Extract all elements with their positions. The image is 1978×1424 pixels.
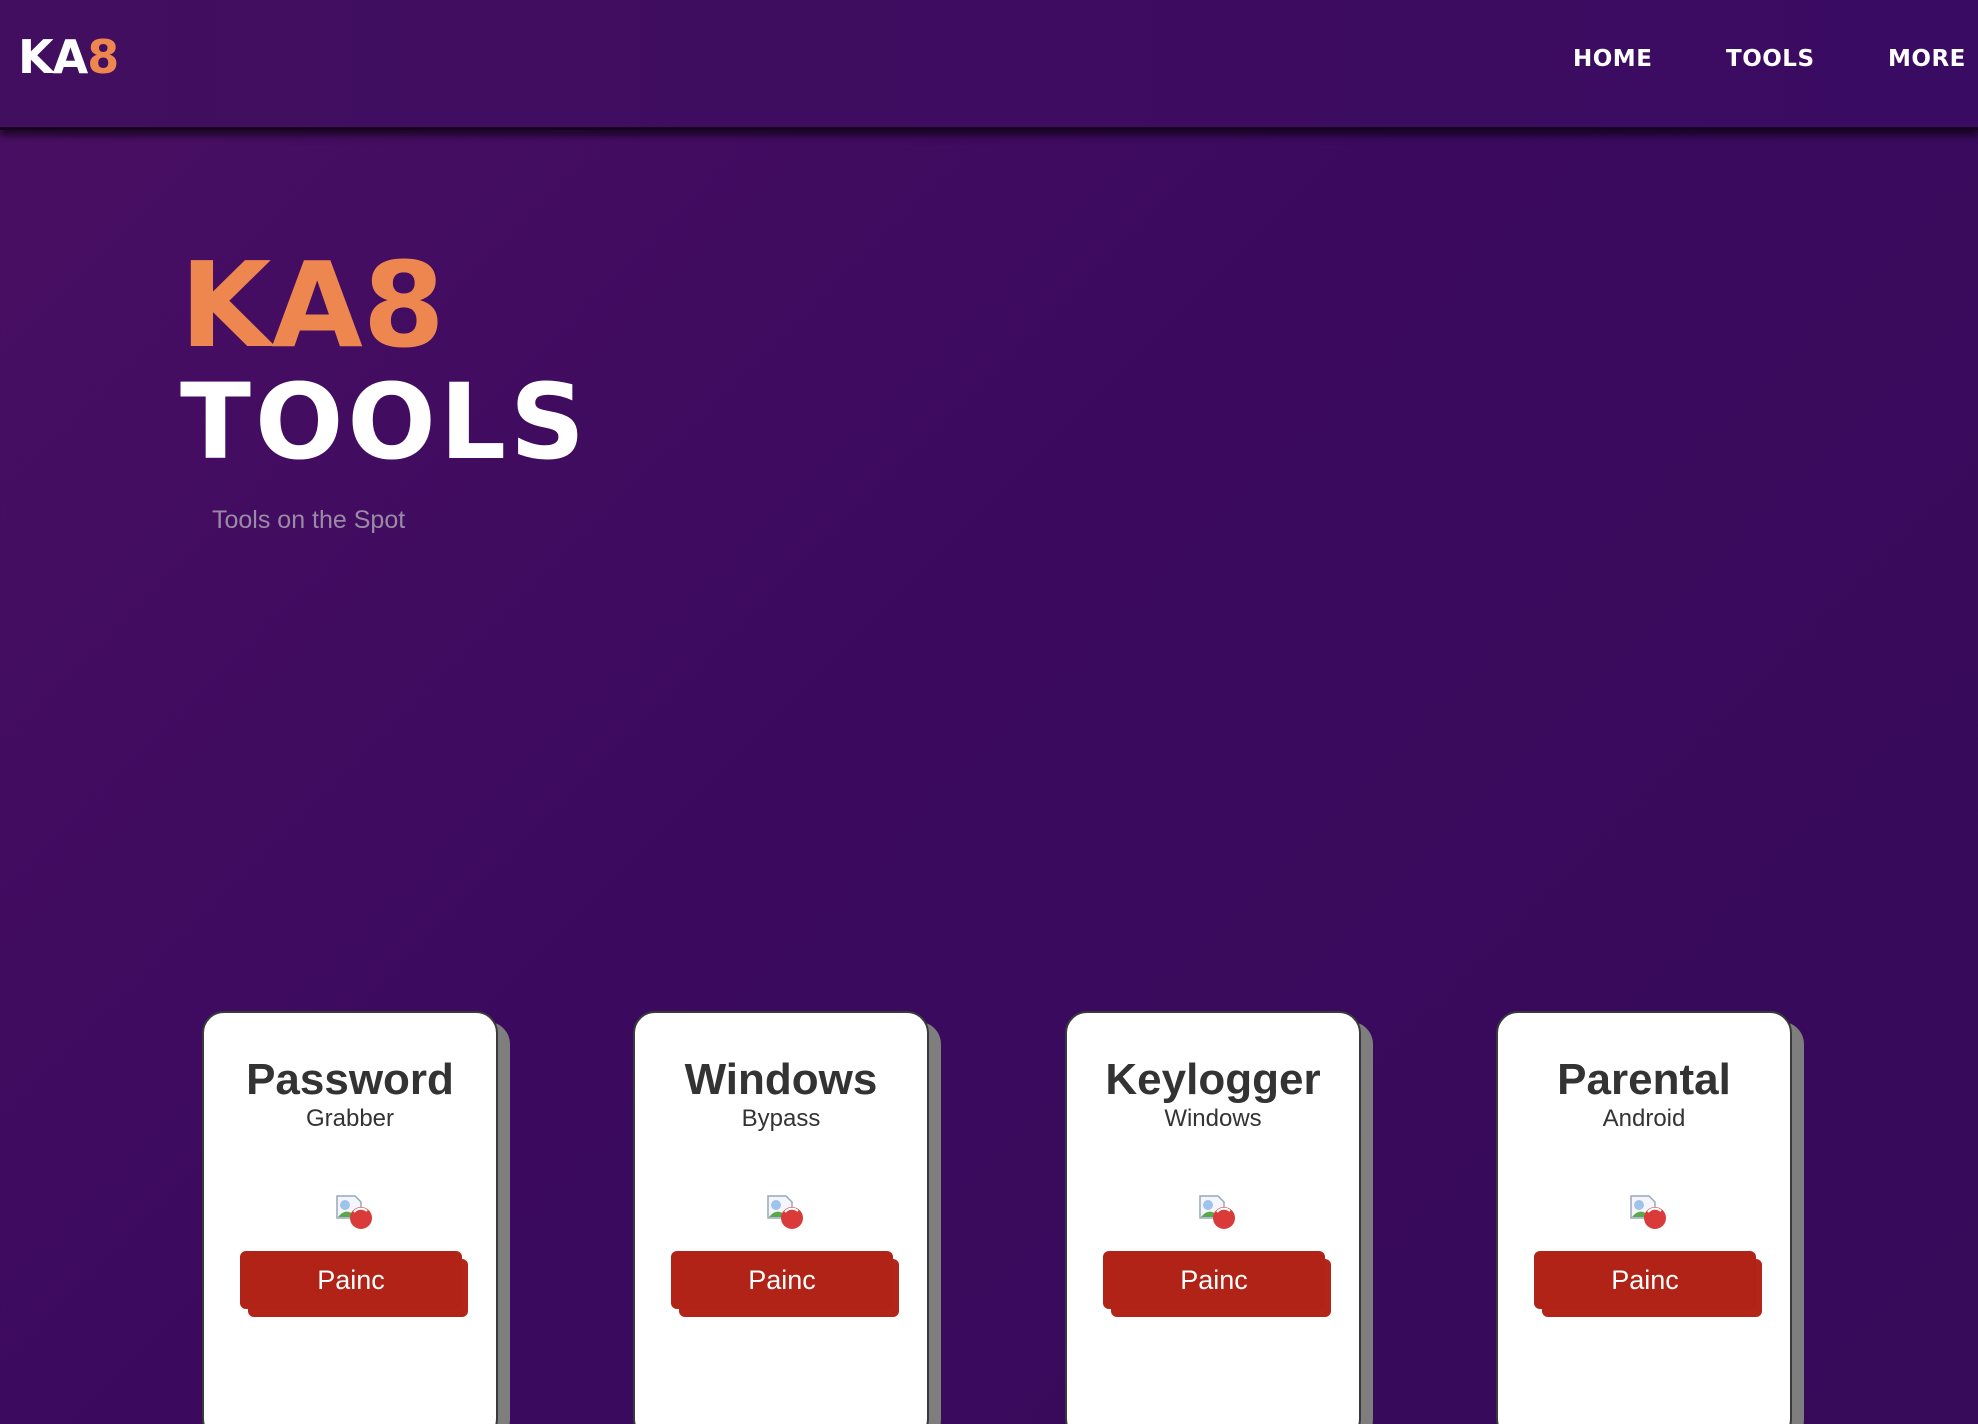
painc-button-container: Painc: [1103, 1251, 1331, 1317]
card-title: Windows: [684, 1055, 878, 1104]
tool-card-password: Password Grabber Painc: [202, 1011, 498, 1424]
broken-image-icon: [767, 1195, 803, 1229]
card-subtitle: Windows: [1164, 1105, 1262, 1132]
top-navbar: KA8 HOME TOOLS MORE: [0, 0, 1978, 130]
painc-button[interactable]: Painc: [671, 1251, 893, 1309]
hero-subtitle: Tools on the Spot: [212, 506, 406, 534]
tool-card-keylogger: Keylogger Windows Painc: [1065, 1011, 1361, 1424]
painc-button[interactable]: Painc: [1534, 1251, 1756, 1309]
nav-tools-link[interactable]: TOOLS: [1726, 46, 1815, 72]
broken-image-icon: [1630, 1195, 1666, 1229]
painc-button-container: Painc: [671, 1251, 899, 1317]
tool-card-windows: Windows Bypass Painc: [633, 1011, 929, 1424]
hero-title-ka8: KA8: [180, 236, 445, 374]
broken-image-icon: [336, 1195, 372, 1229]
tool-card-parental: Parental Android Painc: [1496, 1011, 1792, 1424]
painc-button[interactable]: Painc: [1103, 1251, 1325, 1309]
logo-accent-text: 8: [87, 30, 119, 84]
painc-button-container: Painc: [1534, 1251, 1762, 1317]
hero-title-tools: TOOLS: [180, 361, 589, 483]
broken-image-icon: [1199, 1195, 1235, 1229]
nav-more-link[interactable]: MORE: [1888, 46, 1966, 72]
card-title: Password: [246, 1055, 454, 1104]
card-subtitle: Bypass: [741, 1105, 821, 1132]
card-title: Keylogger: [1105, 1055, 1321, 1104]
nav-home-link[interactable]: HOME: [1573, 46, 1652, 72]
painc-button[interactable]: Painc: [240, 1251, 462, 1309]
site-logo[interactable]: KA8: [18, 30, 119, 84]
painc-button-container: Painc: [240, 1251, 468, 1317]
card-title: Parental: [1557, 1055, 1731, 1104]
card-subtitle: Android: [1602, 1105, 1686, 1132]
card-subtitle: Grabber: [305, 1105, 395, 1132]
logo-text: KA: [18, 30, 88, 84]
